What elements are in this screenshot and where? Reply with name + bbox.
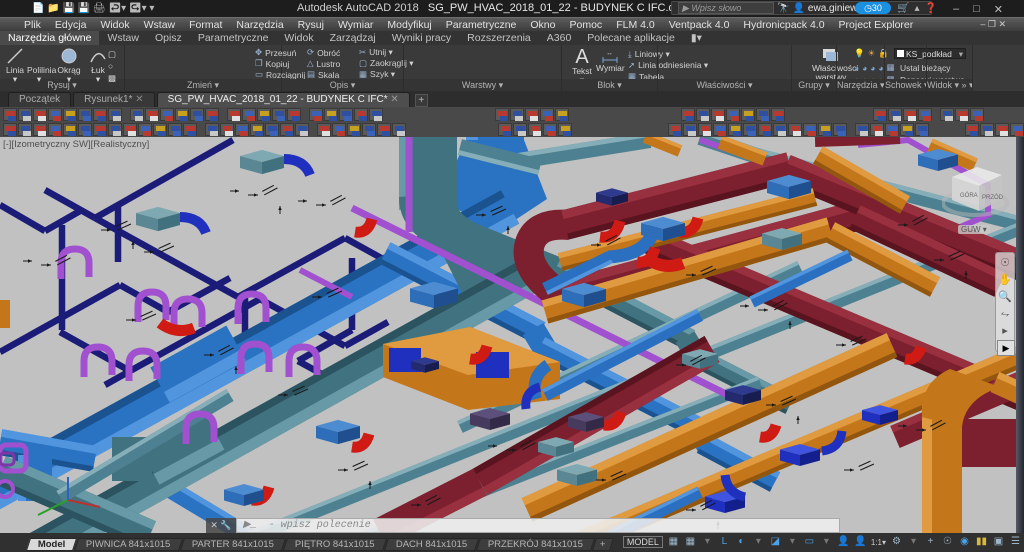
svg-text:PRZÓD: PRZÓD bbox=[982, 194, 1004, 201]
svg-text:GÓRA: GÓRA bbox=[960, 192, 978, 199]
